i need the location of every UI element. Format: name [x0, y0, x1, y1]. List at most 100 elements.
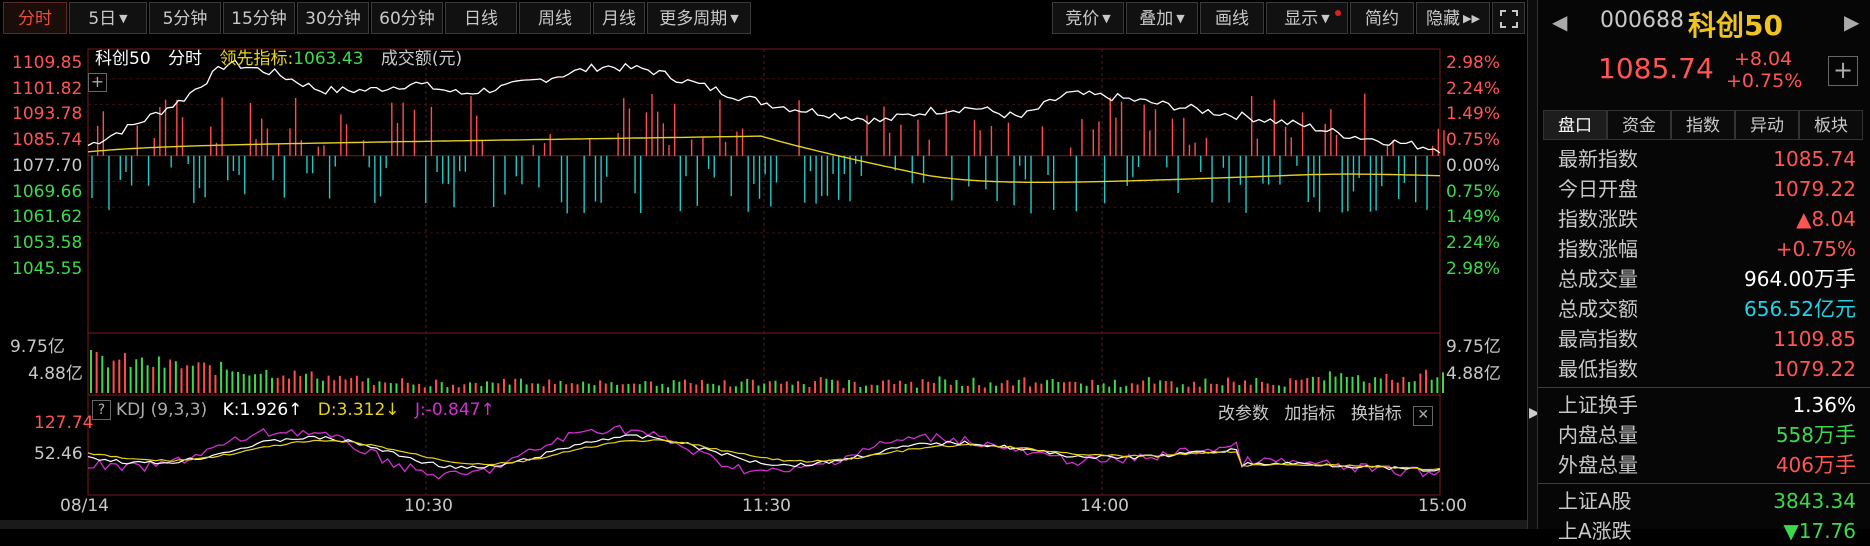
tab-monthly[interactable]: 月线 [593, 2, 645, 34]
stat-label: 指数涨跌 [1558, 207, 1638, 231]
display-dropdown[interactable]: 显示 ▼ [1266, 2, 1348, 34]
price-tick: 1101.82 [12, 78, 83, 99]
stat-row: 总成交量 964.00万手 [1548, 264, 1868, 294]
more-periods-dropdown[interactable]: 更多周期 ▼ [647, 2, 751, 34]
percent-tick: 2.24% [1446, 232, 1501, 253]
price-tick: 1077.70 [12, 155, 83, 176]
tab-15min[interactable]: 15分钟 [223, 2, 295, 34]
legend-leader-label: 领先指标: [219, 49, 294, 69]
quote-panel: ◀ 000688 科创50 ▶ 1085.74 +8.04 +0.75% + 盘… [1537, 0, 1870, 543]
tab-movement[interactable]: 异动 [1735, 110, 1799, 140]
expand-plus-button[interactable]: + [88, 73, 107, 92]
stat-row: 上证换手 1.36% [1548, 390, 1868, 420]
legend-index-name: 科创50 [95, 49, 151, 69]
current-price: 1085.74 [1598, 52, 1714, 85]
price-change: +8.04 +0.75% [1726, 48, 1802, 92]
prev-arrow-icon[interactable]: ◀ [1552, 10, 1567, 34]
percent-tick: 2.98% [1446, 53, 1501, 73]
tab-funds[interactable]: 资金 [1607, 110, 1671, 140]
divider [1538, 483, 1870, 484]
tab-intraday[interactable]: 分时 [3, 2, 67, 34]
stat-value: 406万手 [1775, 453, 1856, 477]
next-arrow-icon[interactable]: ▶ [1844, 10, 1859, 34]
stat-value: ▲8.04 [1796, 207, 1856, 231]
stat-label: 内盘总量 [1558, 423, 1638, 447]
chevron-down-icon: ▼ [1102, 12, 1111, 25]
x-label-1500: 15:00 [1418, 496, 1467, 516]
stat-row: 外盘总量 406万手 [1548, 450, 1868, 480]
volume-axis-top-right: 9.75亿 [1446, 337, 1501, 357]
stat-value: 656.52亿元 [1744, 297, 1856, 321]
stat-label: 上证A股 [1558, 489, 1632, 513]
tab-weekly[interactable]: 周线 [519, 2, 591, 34]
price-tick: 1093.78 [12, 104, 83, 125]
stat-value: 558万手 [1775, 423, 1856, 447]
index-name: 科创50 [1688, 9, 1783, 42]
percent-tick: 1.49% [1446, 104, 1501, 125]
chevron-down-icon: ▼ [1176, 12, 1185, 25]
fullscreen-icon [1499, 10, 1518, 28]
overlay-dropdown[interactable]: 叠加 ▼ [1126, 2, 1198, 34]
tab-orderbook[interactable]: 盘口 [1543, 110, 1607, 140]
legend-mode: 分时 [168, 49, 203, 69]
tab-sector[interactable]: 板块 [1799, 110, 1863, 140]
close-icon[interactable]: ✕ [1413, 406, 1434, 426]
percent-tick: 2.24% [1446, 78, 1501, 99]
kdj-axis-top: 127.74 [34, 413, 94, 433]
price-tick: 1061.62 [12, 207, 83, 228]
auction-dropdown[interactable]: 竞价 ▼ [1052, 2, 1124, 34]
kdj-j: J:-0.847↑ [414, 400, 495, 420]
add-indicator-button[interactable]: 加指标 [1284, 404, 1335, 424]
kdj-axis-mid: 52.46 [34, 444, 83, 464]
simple-mode-button[interactable]: 简约 [1350, 2, 1414, 34]
change-percent: +0.75% [1726, 70, 1803, 92]
stat-label: 上证换手 [1558, 393, 1638, 417]
stat-value: 1.36% [1792, 393, 1856, 417]
stat-row: 上A涨跌 ▼17.76 [1548, 516, 1868, 546]
stat-label: 最新指数 [1558, 147, 1638, 171]
tab-daily[interactable]: 日线 [445, 2, 517, 34]
edit-params-button[interactable]: 改参数 [1218, 404, 1269, 424]
tab-index[interactable]: 指数 [1671, 110, 1735, 140]
kdj-label: KDJ (9,3,3) [116, 400, 208, 420]
tab-5day[interactable]: 5日 ▼ [69, 2, 147, 34]
legend-leader-value: 1063.43 [293, 49, 364, 69]
stat-row: 最低指数 1079.22 [1548, 354, 1868, 384]
price-tick: 1085.74 [12, 130, 83, 151]
fullscreen-button[interactable] [1492, 2, 1525, 34]
volume-axis-mid: 4.88亿 [28, 364, 83, 384]
kdj-k: K:1.926↑ [222, 400, 303, 420]
intraday-chart[interactable] [0, 37, 1530, 520]
volume-axis-top: 9.75亿 [10, 337, 65, 357]
stat-label: 最低指数 [1558, 357, 1638, 381]
stat-value: +0.75% [1775, 237, 1856, 261]
x-label-date: 08/14 [60, 496, 109, 516]
kdj-toolbar: 改参数 加指标 换指标 ✕ [1218, 399, 1434, 426]
stat-row: 指数涨跌 ▲8.04 [1548, 204, 1868, 234]
help-icon[interactable]: ? [92, 400, 111, 420]
stat-value: 3843.34 [1773, 489, 1856, 513]
price-tick: 1069.66 [12, 181, 83, 202]
price-tick: 1053.58 [12, 232, 83, 253]
index-code: 000688 [1600, 8, 1684, 33]
tab-30min[interactable]: 30分钟 [297, 2, 369, 34]
stat-row: 今日开盘 1079.22 [1548, 174, 1868, 204]
x-label-1030: 10:30 [404, 496, 453, 516]
switch-indicator-button[interactable]: 换指标 [1351, 404, 1402, 424]
stat-value: 1079.22 [1773, 177, 1856, 201]
kdj-d: D:3.312↓ [317, 400, 400, 420]
chevron-down-icon: ▼ [730, 12, 739, 25]
add-watchlist-button[interactable]: + [1828, 56, 1858, 86]
stat-label: 外盘总量 [1558, 453, 1638, 477]
stat-value: 964.00万手 [1744, 267, 1856, 291]
stat-label: 最高指数 [1558, 327, 1638, 351]
percent-tick: 0.75% [1446, 181, 1501, 202]
tab-5min[interactable]: 5分钟 [149, 2, 221, 34]
change-value: +8.04 [1734, 48, 1793, 70]
hide-button[interactable]: 隐藏 ▶▶ [1416, 2, 1490, 34]
panel-tabs: 盘口 资金 指数 异动 板块 [1543, 110, 1865, 142]
stat-row: 最新指数 1085.74 [1548, 144, 1868, 174]
tab-60min[interactable]: 60分钟 [371, 2, 443, 34]
stat-row: 指数涨幅 +0.75% [1548, 234, 1868, 264]
draw-line-button[interactable]: 画线 [1200, 2, 1264, 34]
